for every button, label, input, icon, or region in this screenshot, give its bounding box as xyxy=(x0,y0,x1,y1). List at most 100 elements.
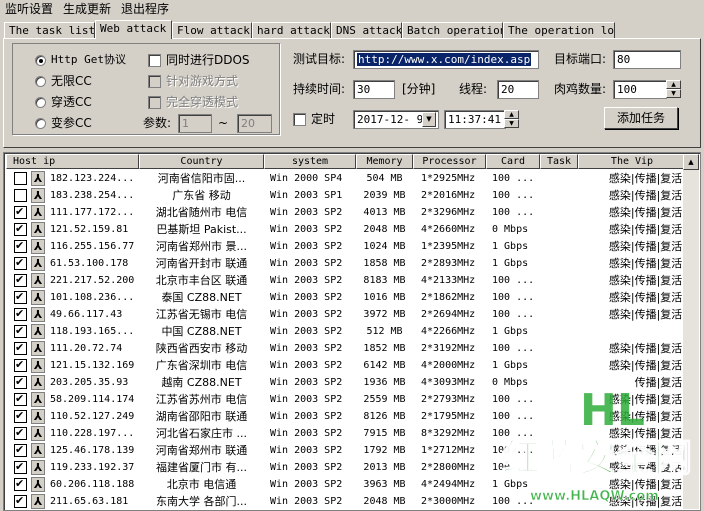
table-row[interactable]: ⅄ 110.52.127.249 湖南省邵阳市 联通 Win 2003 SP2 8126… xyxy=(6,408,686,425)
col-card[interactable]: Card xyxy=(486,154,540,169)
unlimited-cc-radio[interactable] xyxy=(35,76,46,87)
table-row[interactable]: ⅄ 119.233.192.37 福建省厦门市 有... Win 2003 SP2 20… xyxy=(6,459,686,476)
row-checkbox[interactable] xyxy=(14,239,27,253)
col-host-ip[interactable]: Host ip xyxy=(6,154,139,169)
cell-ip: 211.65.63.181 xyxy=(50,496,129,507)
row-checkbox[interactable] xyxy=(14,324,27,338)
spin-up-icon[interactable]: ▲ xyxy=(666,80,681,89)
row-checkbox[interactable] xyxy=(14,172,27,185)
timer-checkbox[interactable] xyxy=(293,113,306,126)
row-checkbox[interactable] xyxy=(14,341,27,355)
row-checkbox[interactable] xyxy=(14,358,27,372)
table-row[interactable]: ⅄ 183.238.254... 广东省 移动 Win 2003 SP1 2039 MB… xyxy=(6,187,686,204)
row-checkbox[interactable] xyxy=(14,392,27,406)
cell-card: 100 ... xyxy=(492,343,535,354)
tab-web-attack[interactable]: Web attack xyxy=(95,20,172,39)
cell-card: 100 ... xyxy=(492,275,535,286)
variant-cc-radio[interactable] xyxy=(35,118,46,129)
row-checkbox[interactable] xyxy=(14,409,27,423)
table-row[interactable]: ⅄ 111.177.172... 湖北省随州市 电信 Win 2003 SP2 4013… xyxy=(6,204,686,221)
row-checkbox[interactable] xyxy=(14,494,27,508)
col-memory[interactable]: Memory xyxy=(356,154,413,169)
cell-cpu: 4*2000MHz xyxy=(421,360,476,371)
table-row[interactable]: ⅄ 182.123.224... 河南省信阳市固... Win 2000 SP4 504… xyxy=(6,170,686,187)
menu-listen-settings[interactable]: 监听设置 xyxy=(0,0,58,18)
cell-country: 河南省郑州市 景... xyxy=(156,240,247,253)
threads-input[interactable]: 20 xyxy=(497,80,539,99)
scroll-up-icon[interactable]: ▲ xyxy=(683,154,699,170)
time-spinner[interactable]: ▲ ▼ xyxy=(504,110,519,129)
row-checkbox[interactable] xyxy=(14,443,27,457)
col-processor[interactable]: Processor xyxy=(413,154,486,169)
col-task[interactable]: Task xyxy=(540,154,578,169)
tab-batch-operation[interactable]: Batch operation xyxy=(402,22,503,38)
cell-country: 江苏省苏州市 电信 xyxy=(155,393,248,406)
game-mode-checkbox[interactable] xyxy=(148,75,161,88)
spin-down-icon[interactable]: ▼ xyxy=(504,119,519,128)
tab-operation-log[interactable]: The operation log xyxy=(503,22,615,38)
cell-card: 0 Mbps xyxy=(492,224,529,235)
tab-dns-attack[interactable]: DNS attack xyxy=(331,22,402,38)
col-vip[interactable]: The Vip xyxy=(578,154,686,169)
row-checkbox[interactable] xyxy=(14,290,27,304)
host-icon: ⅄ xyxy=(31,426,45,441)
table-row[interactable]: ⅄ 203.205.35.93 越南 CZ88.NET Win 2003 SP2 193… xyxy=(6,374,686,391)
cell-memory: 3972 MB xyxy=(363,309,406,320)
table-row[interactable]: ⅄ 118.193.165... 中国 CZ88.NET Win 2003 SP2 51… xyxy=(6,323,686,340)
cell-card: 1 Gbps xyxy=(492,360,529,371)
time-input[interactable]: 11:37:41 xyxy=(444,110,506,129)
param-label: 参数: xyxy=(143,116,172,130)
col-country[interactable]: Country xyxy=(139,154,264,169)
menu-exit[interactable]: 退出程序 xyxy=(116,0,174,18)
cell-system: Win 2003 SP2 xyxy=(270,411,343,422)
spin-down-icon[interactable]: ▼ xyxy=(666,89,681,98)
add-task-button[interactable]: 添加任务 xyxy=(604,107,678,129)
cell-memory: 2559 MB xyxy=(363,394,406,405)
row-checkbox[interactable] xyxy=(14,256,27,270)
table-row[interactable]: ⅄ 111.20.72.74 陕西省西安市 移动 Win 2003 SP2 1852 M… xyxy=(6,340,686,357)
spin-up-icon[interactable]: ▲ xyxy=(504,110,519,119)
table-row[interactable]: ⅄ 58.209.114.174 江苏省苏州市 电信 Win 2003 SP2 2559… xyxy=(6,391,686,408)
bots-input[interactable]: 100 xyxy=(613,80,667,99)
tab-flow-attack[interactable]: Flow attack xyxy=(172,22,252,38)
row-checkbox[interactable] xyxy=(14,189,27,202)
row-checkbox[interactable] xyxy=(14,205,27,219)
param-from-field[interactable]: 1 xyxy=(178,114,212,133)
row-checkbox[interactable] xyxy=(14,375,27,389)
table-row[interactable]: ⅄ 221.217.52.200 北京市丰台区 联通 Win 2003 SP2 8183… xyxy=(6,272,686,289)
row-checkbox[interactable] xyxy=(14,273,27,287)
simultaneous-ddos-label: 同时进行DDOS xyxy=(166,53,250,67)
full-pierce-checkbox[interactable] xyxy=(148,96,161,109)
row-checkbox[interactable] xyxy=(14,477,27,491)
menu-generate-update[interactable]: 生成更新 xyxy=(58,0,116,18)
vertical-scrollbar[interactable]: ▲ xyxy=(683,154,699,509)
table-row[interactable]: ⅄ 211.65.63.181 东南大学 各部门... Win 2003 SP2 204… xyxy=(6,493,686,510)
tab-task-list[interactable]: The task list xyxy=(4,22,95,38)
table-row[interactable]: ⅄ 125.46.178.139 河南省郑州市 联通 Win 2003 SP2 1792… xyxy=(6,442,686,459)
cell-country: 河南省郑州市 联通 xyxy=(155,444,248,457)
port-input[interactable]: 80 xyxy=(613,50,681,69)
bots-spinner[interactable]: ▲ ▼ xyxy=(666,80,681,99)
table-row[interactable]: ⅄ 101.108.236... 泰国 CZ88.NET Win 2003 SP2 10… xyxy=(6,289,686,306)
table-row[interactable]: ⅄ 110.228.197... 河北省石家庄市 ... Win 2003 SP2 79… xyxy=(6,425,686,442)
table-row[interactable]: ⅄ 60.206.118.188 北京市 电信通 Win 2003 SP2 3963 M… xyxy=(6,476,686,493)
table-row[interactable]: ⅄ 61.53.100.178 河南省开封市 联通 Win 2003 SP2 1858 … xyxy=(6,255,686,272)
table-row[interactable]: ⅄ 121.15.132.169 广东省深圳市 电信 Win 2003 SP2 6142… xyxy=(6,357,686,374)
http-get-radio[interactable] xyxy=(35,55,46,66)
table-row[interactable]: ⅄ 49.66.117.43 江苏省无锡市 电信 Win 2003 SP2 3972 M… xyxy=(6,306,686,323)
target-url-input[interactable]: http://www.x.com/index.asp xyxy=(353,50,539,69)
col-system[interactable]: system xyxy=(264,154,356,169)
duration-input[interactable]: 30 xyxy=(353,80,395,99)
row-checkbox[interactable] xyxy=(14,307,27,321)
param-to-field[interactable]: 20 xyxy=(237,114,272,133)
tab-hard-attack[interactable]: hard attack xyxy=(252,22,331,38)
host-table: Host ip Country system Memory Processor … xyxy=(3,152,701,511)
row-checkbox[interactable] xyxy=(14,222,27,236)
table-row[interactable]: ⅄ 121.52.159.81 巴基斯坦 Pakist... Win 2003 SP2… xyxy=(6,221,686,238)
row-checkbox[interactable] xyxy=(14,460,27,474)
table-row[interactable]: ⅄ 116.255.156.77 河南省郑州市 景... Win 2003 SP2 10… xyxy=(6,238,686,255)
simultaneous-ddos-checkbox[interactable] xyxy=(148,54,161,67)
row-checkbox[interactable] xyxy=(14,426,27,440)
pierce-cc-radio[interactable] xyxy=(35,97,46,108)
date-dropdown-icon[interactable]: ▼ xyxy=(422,112,436,127)
